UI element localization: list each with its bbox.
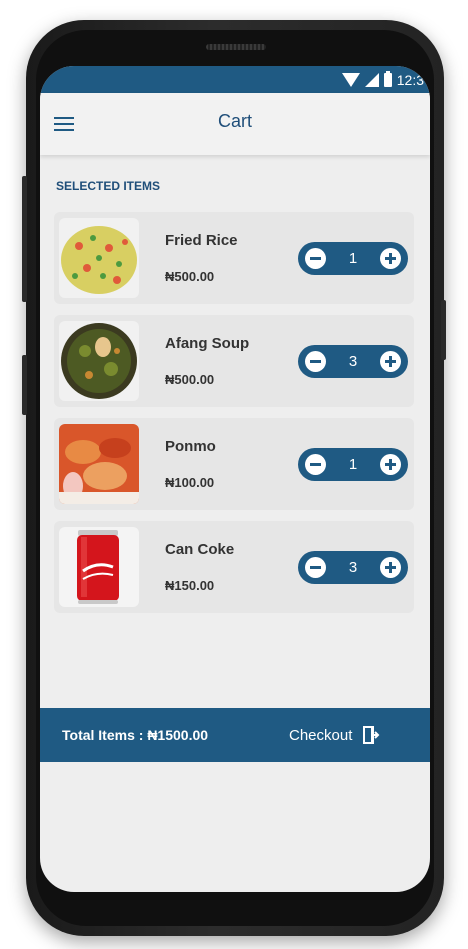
total-summary: Total Items : ₦1500.00: [62, 727, 208, 743]
checkout-button[interactable]: Checkout: [289, 724, 380, 746]
item-price: ₦500.00: [165, 269, 215, 284]
cart-item[interactable]: Afang Soup ₦500.00 3: [54, 315, 414, 407]
side-key: [441, 300, 446, 360]
status-time: 12:3: [396, 71, 424, 88]
plus-icon[interactable]: [380, 454, 401, 475]
battery-icon: [383, 70, 392, 87]
total-value: ₦1500.00: [147, 727, 209, 743]
item-price: ₦100.00: [165, 475, 215, 490]
cart-item[interactable]: Can Coke ₦150.00 3: [54, 521, 414, 613]
checkout-label: Checkout: [289, 726, 353, 744]
section-title: SELECTED ITEMS: [56, 179, 161, 193]
cart-item[interactable]: Fried Rice ₦500.00 1: [54, 212, 414, 304]
wifi-icon: [341, 72, 360, 87]
exit-door-icon: [363, 726, 380, 744]
item-price: ₦500.00: [165, 372, 215, 387]
quantity-stepper: 3: [298, 345, 408, 378]
app-screen: 12:3 Cart SELECTED ITEMS Fried Rice ₦500…: [40, 66, 430, 892]
signal-icon: [364, 72, 379, 87]
volume-button: [22, 355, 27, 415]
quantity-stepper: 3: [298, 551, 408, 584]
ponmo-image: [59, 424, 139, 504]
page-title: Cart: [217, 111, 252, 131]
plus-icon[interactable]: [380, 248, 401, 269]
status-bar: 12:3: [40, 66, 430, 93]
cart-item[interactable]: Ponmo ₦100.00 1: [54, 418, 414, 510]
cart-footer: Total Items : ₦1500.00 Checkout: [40, 708, 430, 762]
coke-can-image: [59, 527, 139, 607]
item-name: Afang Soup: [165, 335, 250, 352]
earpiece-speaker: [206, 44, 266, 50]
quantity-stepper: 1: [298, 448, 408, 481]
afang-soup-image: [59, 321, 139, 401]
status-icons: 12:3: [341, 69, 424, 90]
item-price: ₦150.00: [165, 578, 215, 593]
item-name: Can Coke: [165, 541, 235, 558]
app-header: Cart: [40, 93, 430, 155]
power-button: [22, 176, 27, 302]
item-name: Ponmo: [165, 438, 216, 455]
total-label: Total Items :: [62, 727, 144, 743]
item-name: Fried Rice: [165, 232, 238, 249]
fried-rice-image: [59, 218, 139, 298]
plus-icon[interactable]: [380, 351, 401, 372]
plus-icon[interactable]: [380, 557, 401, 578]
quantity-stepper: 1: [298, 242, 408, 275]
